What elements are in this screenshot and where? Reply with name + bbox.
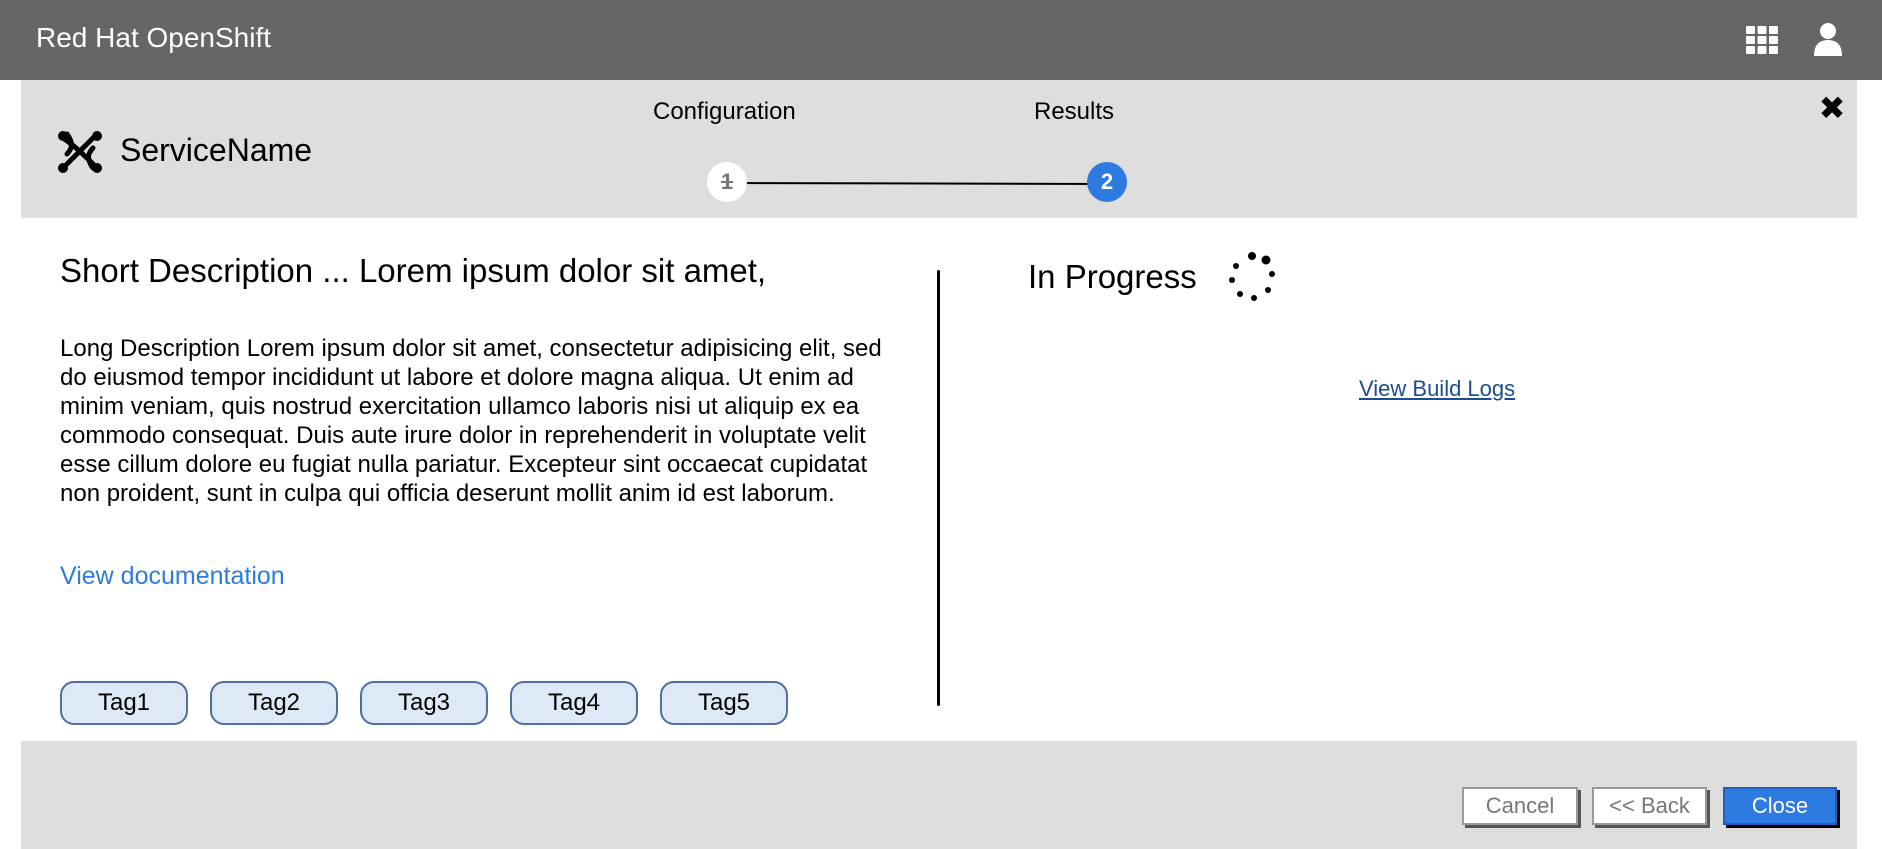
step-connector xyxy=(726,182,1110,186)
view-build-logs-link[interactable]: View Build Logs xyxy=(1359,376,1515,402)
status-text: In Progress xyxy=(1028,258,1197,295)
vertical-divider xyxy=(937,270,940,706)
short-description: Short Description ... Lorem ipsum dolor … xyxy=(60,252,767,289)
wizard-footer: Cancel << Back Close xyxy=(21,741,1857,849)
step-1-indicator[interactable]: 1 xyxy=(707,162,747,202)
cancel-button[interactable]: Cancel xyxy=(1462,787,1578,825)
close-button[interactable]: Close xyxy=(1723,787,1837,825)
tag[interactable]: Tag5 xyxy=(660,681,788,725)
wizard-content: Short Description ... Lorem ipsum dolor … xyxy=(21,218,1857,741)
tag[interactable]: Tag4 xyxy=(510,681,638,725)
tag[interactable]: Tag2 xyxy=(210,681,338,725)
step-label-configuration[interactable]: Configuration xyxy=(653,98,796,126)
tag[interactable]: Tag3 xyxy=(360,681,488,725)
back-button[interactable]: << Back xyxy=(1592,787,1707,825)
step-label-results[interactable]: Results xyxy=(1034,98,1114,126)
long-description: Long Description Lorem ipsum dolor sit a… xyxy=(60,335,882,507)
top-bar: Red Hat OpenShift xyxy=(0,0,1882,80)
app-title: Red Hat OpenShift xyxy=(36,22,272,53)
close-icon[interactable]: ✖ xyxy=(1818,92,1846,124)
grid-icon[interactable] xyxy=(1746,26,1778,54)
user-icon[interactable] xyxy=(1812,22,1844,56)
wizard-header: ServiceName Configuration Results 1 2 ✖ xyxy=(21,80,1857,218)
view-documentation-link[interactable]: View documentation xyxy=(60,562,285,591)
step-2-indicator[interactable]: 2 xyxy=(1087,162,1127,202)
tag[interactable]: Tag1 xyxy=(60,681,188,725)
spinner-icon xyxy=(1229,252,1275,301)
service-icon xyxy=(58,131,102,173)
service-name: ServiceName xyxy=(120,132,313,168)
